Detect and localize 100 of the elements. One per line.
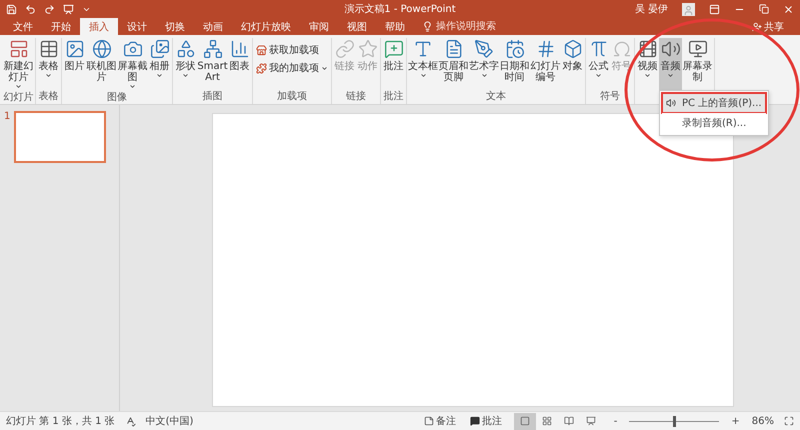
ribbon-button[interactable]: 表格 — [37, 38, 60, 90]
comments-button[interactable]: 批注 — [468, 413, 504, 429]
ribbon-tab[interactable]: 视图 — [338, 18, 376, 35]
ribbon-button[interactable]: 屏幕截图 — [117, 38, 148, 92]
ribbon-button[interactable]: 视频 — [636, 38, 659, 90]
shapes-icon — [176, 39, 196, 59]
ribbon-button[interactable]: 音频 — [659, 38, 682, 90]
new-slide-icon — [8, 39, 28, 59]
ribbon-button[interactable]: 文本框 — [408, 38, 438, 90]
header-footer-icon — [444, 39, 464, 59]
ribbon-button[interactable]: 联机图片 — [86, 38, 117, 90]
group-label: 插图 — [202, 91, 224, 104]
album-icon — [150, 39, 170, 59]
slide-number: 1 — [4, 111, 10, 122]
caret-icon — [129, 83, 136, 90]
ribbon-button[interactable]: 页眉和页脚 — [438, 38, 469, 90]
ribbon-tab[interactable]: 插入 — [80, 18, 118, 35]
redo-icon[interactable] — [44, 4, 55, 14]
group-label: 批注 — [382, 91, 404, 104]
comment-icon — [470, 416, 480, 426]
ribbon-button[interactable]: 屏幕录制 — [682, 38, 713, 90]
zoom-thumb[interactable] — [672, 416, 676, 426]
caret-icon — [182, 72, 189, 79]
zoom-level: 86% — [752, 416, 774, 426]
caret-icon — [420, 72, 426, 79]
ribbon-tab[interactable]: 审阅 — [300, 18, 338, 35]
normal-view-icon — [520, 416, 530, 426]
ribbon-tab[interactable]: 幻灯片放映 — [232, 18, 300, 35]
notes-icon — [424, 416, 434, 426]
ribbon-button[interactable]: 对象 — [561, 38, 584, 90]
object-icon — [562, 39, 582, 59]
lightbulb-icon — [422, 21, 433, 32]
search-field[interactable]: 操作说明搜索 — [422, 18, 516, 35]
ribbon-button[interactable]: 幻灯片编号 — [530, 38, 561, 90]
ribbon-button[interactable]: 我的加载项 — [254, 60, 330, 76]
language: 中文(中国) — [146, 414, 194, 428]
caret-icon — [667, 72, 674, 79]
zoom-out-button[interactable]: - — [612, 413, 620, 429]
speaker-icon — [660, 39, 680, 59]
chart-icon — [230, 39, 250, 59]
ribbon-button[interactable]: 日期和时间 — [499, 38, 530, 90]
ribbon-button[interactable]: 相册 — [148, 38, 171, 90]
ribbon-button[interactable]: 获取加载项 — [254, 42, 330, 58]
notes-button[interactable]: 备注 — [422, 413, 458, 429]
group-label: 加载项 — [276, 91, 308, 104]
group-label: 图像 — [106, 92, 128, 104]
view-button[interactable] — [514, 412, 536, 430]
ribbon-button[interactable]: 形状 — [174, 38, 197, 90]
slide-sorter-icon — [542, 416, 552, 426]
caret-icon — [321, 64, 328, 72]
window-title: 演示文稿1 - PowerPoint — [343, 2, 457, 16]
ribbon-tab[interactable]: 切换 — [156, 18, 194, 35]
link-icon — [334, 39, 354, 59]
ribbon-button[interactable]: 公式 — [587, 38, 610, 90]
slideshow-icon — [586, 416, 596, 426]
ribbon-tab[interactable]: 帮助 — [376, 18, 414, 35]
save-icon[interactable] — [6, 4, 17, 14]
ribbon-button[interactable]: 图片 — [63, 38, 86, 90]
caret-icon — [156, 72, 163, 79]
ribbon-display-icon[interactable] — [709, 4, 720, 14]
speaker-icon — [666, 98, 676, 108]
star-icon — [358, 39, 378, 59]
omega-icon — [612, 39, 632, 59]
group-label: 幻灯片 — [3, 92, 34, 104]
presentation-icon[interactable] — [63, 4, 74, 14]
smartart-icon — [202, 39, 222, 59]
picture-icon — [64, 39, 84, 59]
share-button[interactable]: 共享 — [746, 18, 790, 35]
restore-icon[interactable] — [759, 4, 769, 14]
caret-icon — [45, 72, 52, 79]
ribbon-button[interactable]: 批注 — [382, 38, 405, 90]
reading-view-icon — [564, 416, 574, 426]
slide-count: 幻灯片 第 1 张，共 1 张 — [6, 414, 115, 428]
spell-check-icon[interactable] — [124, 416, 136, 426]
zoom-in-button[interactable]: + — [729, 413, 742, 429]
slide-thumbnail[interactable] — [14, 111, 106, 163]
caret-icon — [595, 72, 602, 79]
ribbon-button[interactable]: 新建幻灯片 — [3, 38, 34, 92]
globe-icon — [92, 39, 112, 59]
pen-icon — [474, 39, 494, 59]
close-icon[interactable] — [783, 4, 794, 14]
ribbon-tab[interactable]: 文件 — [4, 18, 42, 35]
fit-to-window-icon[interactable] — [784, 416, 794, 426]
caret-icon — [644, 72, 651, 79]
ribbon-tab[interactable]: 开始 — [42, 18, 80, 35]
text-box-icon — [413, 39, 433, 59]
screen-record-icon — [688, 39, 708, 59]
person-plus-icon — [752, 22, 762, 32]
avatar-icon[interactable] — [682, 2, 695, 16]
video-icon — [638, 39, 658, 59]
ribbon-tab[interactable]: 设计 — [118, 18, 156, 35]
ribbon-tab[interactable]: 动画 — [194, 18, 232, 35]
table-icon — [38, 39, 58, 59]
ribbon-button[interactable]: 图表 — [228, 38, 251, 90]
store-icon — [256, 44, 267, 56]
undo-icon[interactable] — [25, 4, 36, 14]
caret-icon — [15, 83, 22, 90]
ribbon-button[interactable]: SmartArt — [197, 38, 228, 90]
menu-item[interactable]: PC 上的音频(P)... — [662, 93, 766, 113]
ribbon-button[interactable]: 艺术字 — [469, 38, 499, 90]
